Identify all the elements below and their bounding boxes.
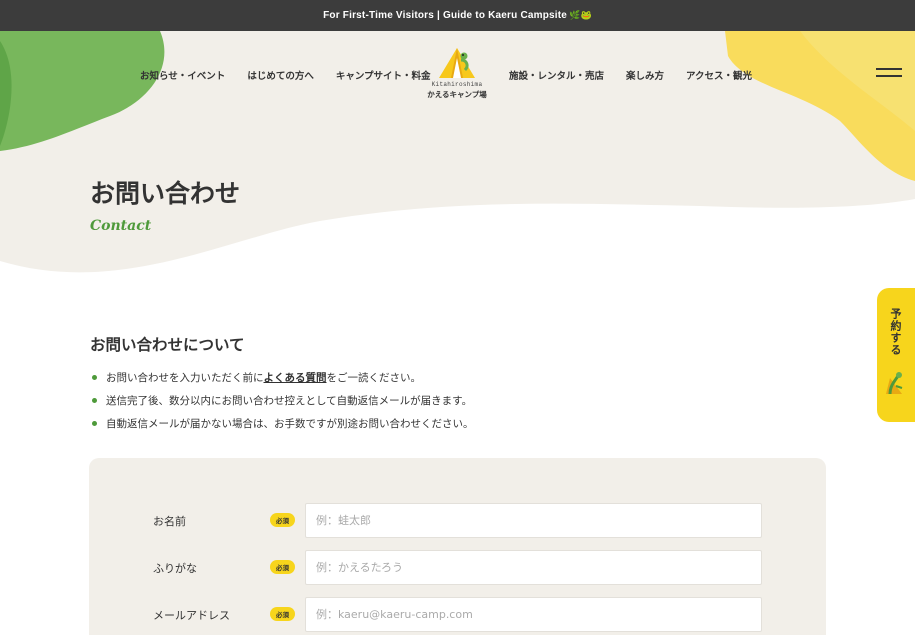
required-badge: 必須	[270, 560, 295, 574]
required-badge: 必須	[270, 607, 295, 621]
nav-activities[interactable]: 楽しみ方	[626, 68, 664, 82]
frog-tent-icon	[886, 372, 903, 395]
list-item: 自動返信メールが届かない場合は、お手数ですが別途お問い合わせください。	[92, 412, 474, 435]
furigana-label: ふりがな	[153, 562, 197, 575]
furigana-input[interactable]	[305, 550, 762, 585]
contact-notes-list: お問い合わせを入力いただく前に よくある質問 をご一読ください。 送信完了後、数分以…	[92, 366, 474, 435]
note-text-before: お問い合わせを入力いただく前に	[106, 372, 264, 384]
logo-subtitle: Kitahiroshima	[431, 81, 483, 88]
bullet-icon	[92, 375, 97, 380]
note-text: 送信完了後、数分以内にお問い合わせ控えとして自動返信メールが届きます。	[106, 395, 473, 407]
bullet-icon	[92, 398, 97, 403]
nav-campsite-fees[interactable]: キャンプサイト・料金	[336, 68, 431, 82]
announcement-text[interactable]: For First-Time Visitors | Guide to Kaeru…	[323, 10, 567, 21]
page-title: お問い合わせ	[90, 179, 241, 208]
bullet-icon	[92, 421, 97, 426]
name-label: お名前	[153, 515, 186, 528]
nav-facilities[interactable]: 施設・レンタル・売店	[509, 68, 604, 82]
name-input[interactable]	[305, 503, 762, 538]
list-item: 送信完了後、数分以内にお問い合わせ控えとして自動返信メールが届きます。	[92, 389, 474, 412]
main-nav-right: 施設・レンタル・売店 楽しみ方 アクセス・観光	[509, 68, 774, 82]
email-input[interactable]	[305, 597, 762, 632]
nav-access[interactable]: アクセス・観光	[686, 68, 752, 82]
form-row-email: メールアドレス 必須	[153, 597, 763, 632]
nav-news-events[interactable]: お知らせ・イベント	[140, 68, 225, 82]
required-badge: 必須	[270, 513, 295, 527]
reserve-label: 予約する	[889, 308, 902, 356]
list-item: お問い合わせを入力いただく前に よくある質問 をご一読ください。	[92, 366, 474, 389]
about-title: お問い合わせについて	[90, 336, 245, 354]
form-row-furigana: ふりがな 必須	[153, 550, 763, 585]
announcement-bar[interactable]: For First-Time Visitors | Guide to Kaeru…	[0, 0, 915, 31]
faq-link[interactable]: よくある質問	[264, 370, 327, 385]
reserve-button[interactable]: 予約する	[877, 288, 915, 422]
form-row-name: お名前 必須	[153, 503, 763, 538]
note-text-after: をご一読ください。	[326, 372, 422, 384]
hamburger-menu-icon[interactable]	[876, 68, 902, 80]
logo-title: かえるキャンプ場	[427, 90, 487, 99]
note-text: 自動返信メールが届かない場合は、お手数ですが別途お問い合わせください。	[106, 418, 474, 430]
page-subtitle: Contact	[90, 218, 152, 234]
frog-emoji-icon: 🌿🐸	[569, 10, 592, 20]
contact-form: お名前 必須 ふりがな 必須 メールアドレス 必須	[89, 458, 826, 635]
email-label: メールアドレス	[153, 609, 230, 622]
tent-frog-logo-icon	[439, 48, 475, 78]
nav-first-time[interactable]: はじめての方へ	[247, 68, 314, 82]
main-nav-left: お知らせ・イベント はじめての方へ キャンプサイト・料金	[140, 68, 453, 82]
site-logo[interactable]: Kitahiroshima かえるキャンプ場	[424, 46, 490, 106]
